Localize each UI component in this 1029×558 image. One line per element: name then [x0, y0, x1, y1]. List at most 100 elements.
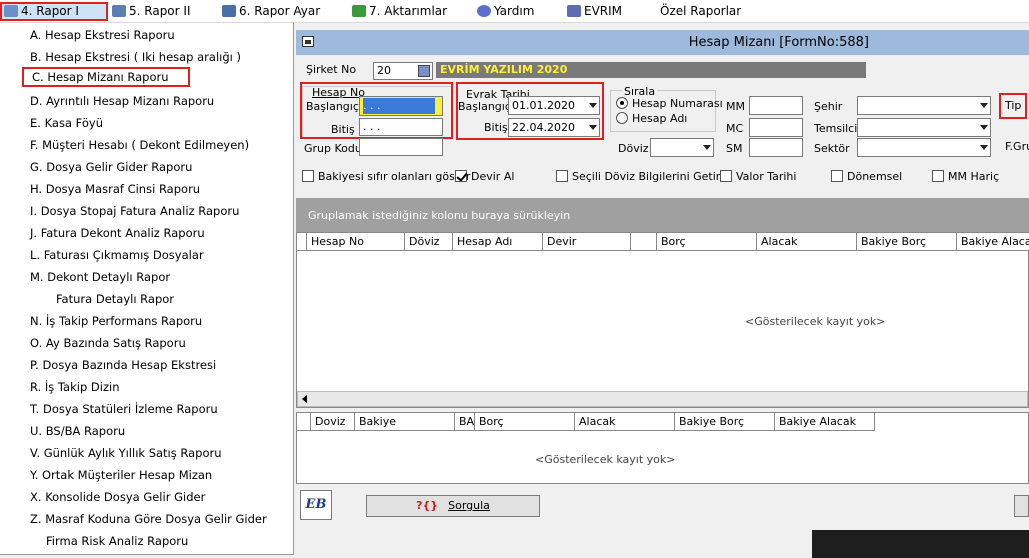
highlight-hesap-no: [300, 82, 453, 139]
grid-column-header[interactable]: Hesap Adı: [453, 233, 543, 251]
grid-column-header[interactable]: Bakiye Borç: [675, 413, 775, 431]
main-grid[interactable]: Hesap No Döviz Hesap Adı Devir Borç Alac…: [296, 232, 1029, 408]
grup-kodu-input[interactable]: [359, 138, 443, 156]
grid-column-header[interactable]: Hesap No: [307, 233, 405, 251]
summary-grid[interactable]: Doviz Bakiye BA Borç Alacak Bakiye Borç …: [296, 412, 1029, 484]
menu-ozel-raporlar[interactable]: Özel Raporlar: [660, 2, 741, 21]
checkbox-icon: [932, 170, 944, 182]
menu-item-ortak-musteriler[interactable]: Y. Ortak Müşteriler Hesap Mizan: [30, 465, 212, 485]
grid-column-header[interactable]: [297, 233, 307, 251]
system-menu-icon[interactable]: [302, 36, 314, 47]
menu-item-gunluk-aylik[interactable]: V. Günlük Aylık Yıllık Satış Raporu: [30, 443, 222, 463]
mc-input[interactable]: [749, 118, 803, 137]
grid-column-header[interactable]: [631, 233, 657, 251]
menu-item-bs-ba[interactable]: U. BS/BA Raporu: [30, 421, 125, 441]
grid-column-header[interactable]: Borç: [475, 413, 575, 431]
f-grup-label: F.Gru: [1005, 140, 1029, 153]
mm-haric-checkbox[interactable]: MM Hariç: [932, 170, 999, 183]
chevron-down-icon[interactable]: [980, 145, 988, 150]
sm-input[interactable]: [749, 138, 803, 157]
menu-item-musteri-hesabi[interactable]: F. Müşteri Hesabı ( Dekont Edilmeyen): [30, 135, 249, 155]
valor-tarihi-checkbox[interactable]: Valor Tarihi: [720, 170, 796, 183]
hesap-mizani-window: Hesap Mizanı [FormNo:588] Şirket No 20 E…: [296, 30, 1029, 558]
menu-bar: 4. Rapor I 5. Rapor II 6. Rapor Ayar 7. …: [0, 0, 1029, 23]
chevron-down-icon[interactable]: [703, 145, 711, 150]
menu-item-is-takip-dizin[interactable]: R. İş Takip Dizin: [30, 377, 119, 397]
menu-item-masraf-koduna[interactable]: Z. Masraf Koduna Göre Dosya Gelir Gider: [30, 509, 267, 529]
menu-item-dosya-bazinda[interactable]: P. Dosya Bazında Hesap Ekstresi: [30, 355, 216, 375]
sektor-combo[interactable]: [857, 138, 991, 157]
menu-item-firma-risk[interactable]: Firma Risk Analiz Raporu: [46, 531, 188, 551]
grid-column-header[interactable]: Bakiye Alacak: [775, 413, 875, 431]
arrow-left-icon[interactable]: [302, 395, 307, 403]
donemsel-checkbox[interactable]: Dönemsel: [831, 170, 902, 183]
grid-column-header[interactable]: BA: [455, 413, 475, 431]
menu-rapor-2[interactable]: 5. Rapor II: [112, 2, 190, 21]
menu-item-fatura-dekont[interactable]: J. Fatura Dekont Analiz Raporu: [30, 223, 205, 243]
printer-icon: [112, 5, 126, 17]
help-icon: [477, 5, 491, 17]
bakiyesi-sifir-checkbox[interactable]: Bakiyesi sıfır olanları göster: [302, 170, 470, 183]
menu-aktarimlar[interactable]: 7. Aktarımlar: [352, 2, 447, 21]
menu-item-ay-bazinda[interactable]: O. Ay Bazında Satış Raporu: [30, 333, 186, 353]
group-by-panel[interactable]: Gruplamak istediğiniz kolonu buraya sürü…: [296, 198, 1029, 232]
grid-column-header[interactable]: Alacak: [575, 413, 675, 431]
sirket-label: Şirket No: [306, 63, 357, 76]
grid-column-header[interactable]: [297, 413, 311, 431]
devir-al-checkbox[interactable]: Devir Al: [455, 170, 514, 183]
eb-logo-button[interactable]: EB: [300, 490, 332, 520]
chevron-down-icon[interactable]: [980, 103, 988, 108]
menu-item-kasa-foyu[interactable]: E. Kasa Föyü: [30, 113, 103, 133]
sorgula-button[interactable]: ?{} Sorgula: [366, 495, 540, 517]
grid-column-header[interactable]: Döviz: [405, 233, 453, 251]
menu-item-dosya-gelir-gider[interactable]: G. Dosya Gelir Gider Raporu: [30, 157, 192, 177]
sirala-hesap-adi[interactable]: Hesap Adı: [616, 112, 687, 125]
grid-column-header[interactable]: Alacak: [757, 233, 857, 251]
sehir-combo[interactable]: [857, 96, 991, 115]
doviz-combo[interactable]: [650, 138, 714, 157]
menu-rapor-1[interactable]: 4. Rapor I: [0, 2, 108, 21]
menu-item-hesap-ekstresi[interactable]: A. Hesap Ekstresi Raporu: [30, 25, 175, 45]
printer-icon: [4, 5, 18, 17]
menu-item-hesap-mizani[interactable]: C. Hesap Mizanı Raporu: [22, 67, 190, 87]
temsilci-label: Temsilci: [814, 122, 858, 135]
menu-item-stopaj-fatura[interactable]: I. Dosya Stopaj Fatura Analiz Raporu: [30, 201, 239, 221]
secili-doviz-checkbox[interactable]: Seçili Döviz Bilgilerini Getir: [556, 170, 720, 183]
menu-item-dosya-statuleri[interactable]: T. Dosya Statüleri İzleme Raporu: [30, 399, 218, 419]
menu-item-dekont-detayli[interactable]: M. Dekont Detaylı Rapor: [30, 267, 170, 287]
lookup-icon[interactable]: [418, 65, 430, 77]
radio-icon: [616, 112, 628, 124]
horizontal-scrollbar[interactable]: [297, 391, 1028, 407]
grid-column-header[interactable]: Doviz: [311, 413, 355, 431]
grid-column-header[interactable]: Bakiye: [355, 413, 455, 431]
menu-item-masraf-cinsi[interactable]: H. Dosya Masraf Cinsi Raporu: [30, 179, 200, 199]
temsilci-combo[interactable]: [857, 118, 991, 137]
grid-column-header[interactable]: Bakiye Alacak: [957, 233, 1029, 251]
grid-column-header[interactable]: Devir: [543, 233, 631, 251]
checkbox-icon: [455, 170, 467, 182]
taskbar-strip: [812, 530, 1029, 558]
highlight-tip: [999, 93, 1027, 119]
menu-item-faturasi-cikmamis[interactable]: L. Faturası Çıkmamış Dosyalar: [30, 245, 204, 265]
mm-input[interactable]: [749, 96, 803, 115]
checkbox-icon: [302, 170, 314, 182]
menu-rapor-ayar[interactable]: 6. Rapor Ayar: [222, 2, 320, 21]
menu-item-hesap-ekstresi-iki[interactable]: B. Hesap Ekstresi ( Iki hesap aralığı ): [30, 47, 241, 67]
menu-item-ayrintili-mizan[interactable]: D. Ayrıntılı Hesap Mizanı Raporu: [30, 91, 214, 111]
right-button[interactable]: [1014, 495, 1029, 517]
sirket-input[interactable]: 20: [373, 62, 433, 80]
chevron-down-icon[interactable]: [980, 125, 988, 130]
transfer-icon: [352, 5, 366, 17]
menu-evrim[interactable]: EVRIM: [567, 2, 622, 21]
menu-item-konsolide[interactable]: X. Konsolide Dosya Gelir Gider: [30, 487, 205, 507]
brand-banner: EVRİM YAZILIM 2020: [436, 62, 866, 78]
menu-yardim[interactable]: Yardım: [477, 2, 534, 21]
sehir-label: Şehir: [814, 100, 843, 113]
sirala-hesap-numarasi[interactable]: Hesap Numarası: [616, 97, 723, 110]
menu-item-is-takip-performans[interactable]: N. İş Takip Performans Raporu: [30, 311, 202, 331]
query-icon: ?{}: [416, 499, 439, 512]
menu-item-fatura-detayli[interactable]: Fatura Detaylı Rapor: [56, 289, 174, 309]
grid-column-header[interactable]: Borç: [657, 233, 757, 251]
grid-column-header[interactable]: Bakiye Borç: [857, 233, 957, 251]
book-icon: [567, 5, 581, 17]
